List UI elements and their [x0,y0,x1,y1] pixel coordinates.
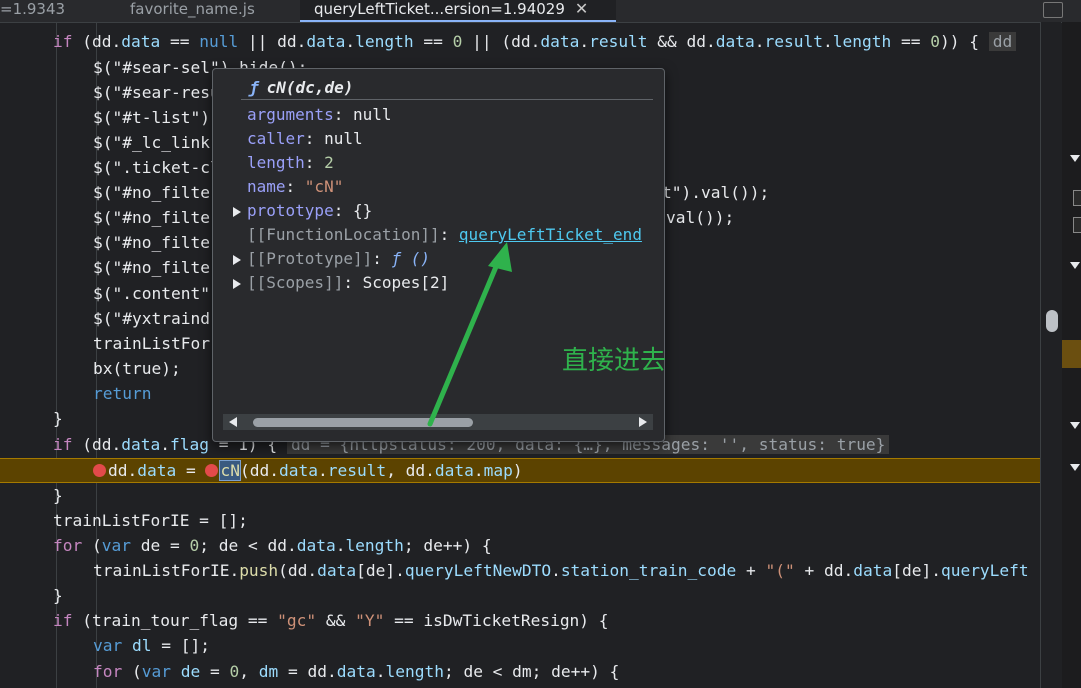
chevron-down-icon[interactable] [1070,155,1080,162]
side-panel-edge [1062,22,1081,688]
chevron-down-icon[interactable] [1070,422,1080,429]
scrollbar-thumb[interactable] [1046,310,1058,332]
checkbox-icon[interactable] [1073,190,1081,206]
editor-vertical-scrollbar[interactable] [1040,22,1061,688]
annotation-arrow [427,242,512,427]
chevron-down-icon[interactable] [1070,464,1080,471]
annotation-text: 直接进去 [562,346,667,376]
highlight-marker [1062,340,1081,368]
chevron-down-icon[interactable] [1070,262,1080,269]
checkbox-icon[interactable] [1073,217,1081,233]
